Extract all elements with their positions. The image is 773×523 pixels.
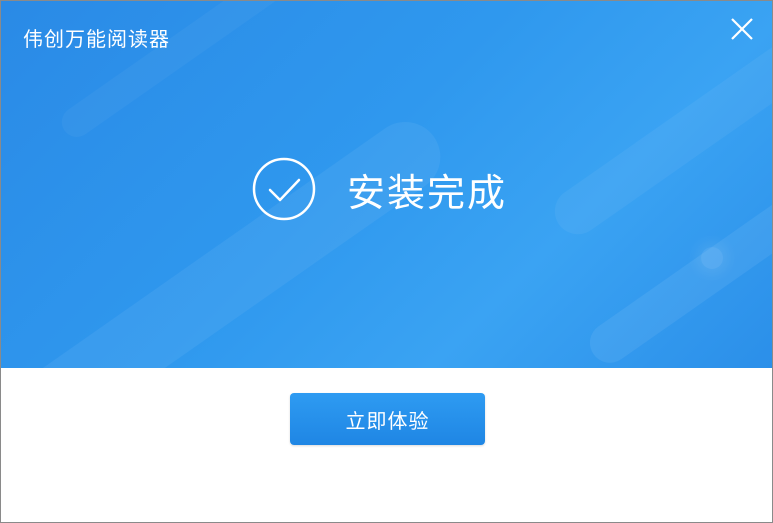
header-banner: 伟创万能阅读器 安装完成 xyxy=(1,1,772,368)
install-status: 安装完成 xyxy=(251,156,507,222)
decorative-glow-dot xyxy=(701,247,723,269)
window-title: 伟创万能阅读器 xyxy=(23,27,170,51)
decorative-streak xyxy=(1,108,455,368)
close-button[interactable] xyxy=(726,13,758,45)
status-text: 安装完成 xyxy=(347,170,508,215)
close-icon xyxy=(731,18,753,40)
installer-window: 伟创万能阅读器 安装完成 立即体验 xyxy=(0,0,773,523)
try-now-button[interactable]: 立即体验 xyxy=(290,393,485,445)
footer-area: 立即体验 xyxy=(1,368,772,522)
check-circle-icon xyxy=(252,157,316,221)
